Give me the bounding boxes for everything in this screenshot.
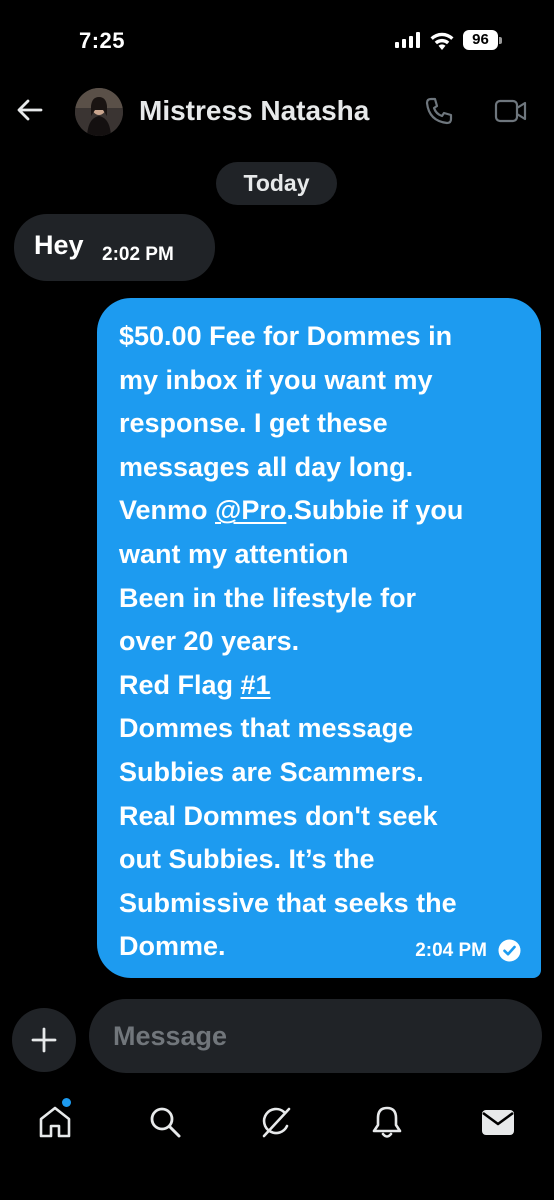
contact-avatar[interactable] (75, 88, 123, 136)
status-time: 7:25 (79, 28, 126, 53)
home-notification-dot (62, 1098, 71, 1107)
message-line-mention: Venmo @Pro.Subbie if you (119, 495, 464, 526)
sent-message-bubble[interactable]: $50.00 Fee for Dommes in my inbox if you… (97, 298, 541, 978)
message-line: Dommes that message (119, 713, 414, 744)
home-icon[interactable] (35, 1102, 75, 1142)
message-line: response. I get these (119, 408, 388, 439)
message-timestamp: 2:02 PM (102, 244, 174, 265)
status-bar: 7:25 96 (0, 0, 554, 80)
message-input[interactable] (89, 999, 542, 1073)
message-line: Been in the lifestyle for (119, 582, 417, 613)
message-line: $50.00 Fee for Dommes in (119, 321, 453, 351)
message-text: $50.00 Fee for Dommes in my inbox if you… (119, 315, 529, 969)
battery-level: 96 (463, 30, 498, 50)
message-line: Real Dommes don't seek (119, 800, 438, 831)
back-arrow-icon[interactable] (14, 94, 46, 126)
bottom-navigation (0, 1080, 554, 1170)
contact-name[interactable]: Mistress Natasha (139, 95, 369, 127)
message-timestamp: 2:04 PM (415, 940, 487, 961)
message-line: over 20 years. (119, 626, 300, 657)
battery-icon: 96 (463, 30, 502, 50)
message-line: my inbox if you want my (119, 364, 433, 395)
message-line: out Subbies. It’s the (119, 844, 375, 875)
plus-icon (31, 1027, 57, 1053)
received-message-bubble[interactable]: Hey 2:02 PM (14, 214, 215, 281)
date-divider: Today (216, 162, 337, 205)
message-text: Hey (34, 230, 84, 260)
message-line: want my attention (119, 538, 349, 569)
hashtag-link[interactable]: #1 (241, 670, 271, 700)
add-attachment-button[interactable] (12, 1008, 76, 1072)
video-call-icon[interactable] (494, 97, 528, 125)
search-icon[interactable] (145, 1102, 185, 1142)
message-line: messages all day long. (119, 451, 414, 482)
conversation-header: Mistress Natasha (0, 80, 554, 142)
read-receipt-icon (498, 939, 521, 962)
cellular-signal-icon (395, 32, 420, 48)
message-line: Subbies are Scammers. (119, 756, 424, 787)
mention-link[interactable]: @Pro (215, 495, 286, 525)
notifications-icon[interactable] (367, 1102, 407, 1142)
grok-icon[interactable] (256, 1102, 296, 1142)
message-line-hashtag: Red Flag #1 (119, 669, 271, 700)
wifi-icon (430, 32, 454, 50)
messages-icon[interactable] (478, 1102, 518, 1142)
phone-call-icon[interactable] (423, 95, 455, 127)
message-line: Submissive that seeks the (119, 887, 457, 918)
